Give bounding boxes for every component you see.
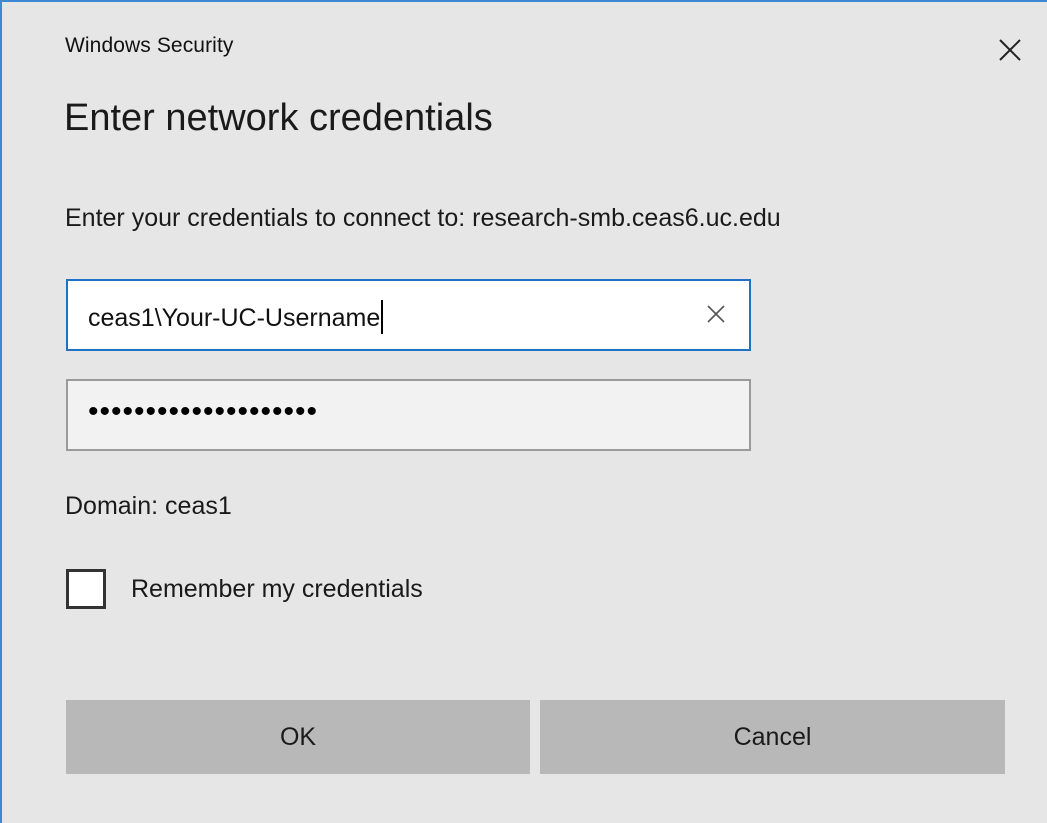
credentials-dialog: Windows Security Enter network credentia… (0, 0, 1047, 823)
username-value-wrap: ceas1\Your-UC-Username (88, 300, 384, 334)
close-button[interactable] (988, 30, 1032, 70)
connection-message: Enter your credentials to connect to: re… (65, 204, 781, 232)
clear-username-button[interactable] (701, 299, 731, 329)
close-icon (999, 39, 1021, 61)
domain-label: Domain: ceas1 (65, 492, 232, 520)
password-masked-value: •••••••••••••••••••• (88, 395, 319, 428)
dialog-heading: Enter network credentials (64, 97, 493, 139)
clear-icon (707, 305, 725, 323)
remember-credentials-label[interactable]: Remember my credentials (131, 575, 423, 604)
text-caret (381, 300, 384, 334)
username-field[interactable]: ceas1\Your-UC-Username (66, 279, 751, 351)
ok-button[interactable]: OK (66, 700, 530, 774)
window-title: Windows Security (65, 34, 234, 57)
remember-credentials-row[interactable]: Remember my credentials (66, 566, 423, 612)
username-value: ceas1\Your-UC-Username (88, 304, 381, 332)
cancel-button[interactable]: Cancel (540, 700, 1005, 774)
password-field[interactable]: •••••••••••••••••••• (66, 379, 751, 451)
remember-credentials-checkbox[interactable] (66, 569, 106, 609)
